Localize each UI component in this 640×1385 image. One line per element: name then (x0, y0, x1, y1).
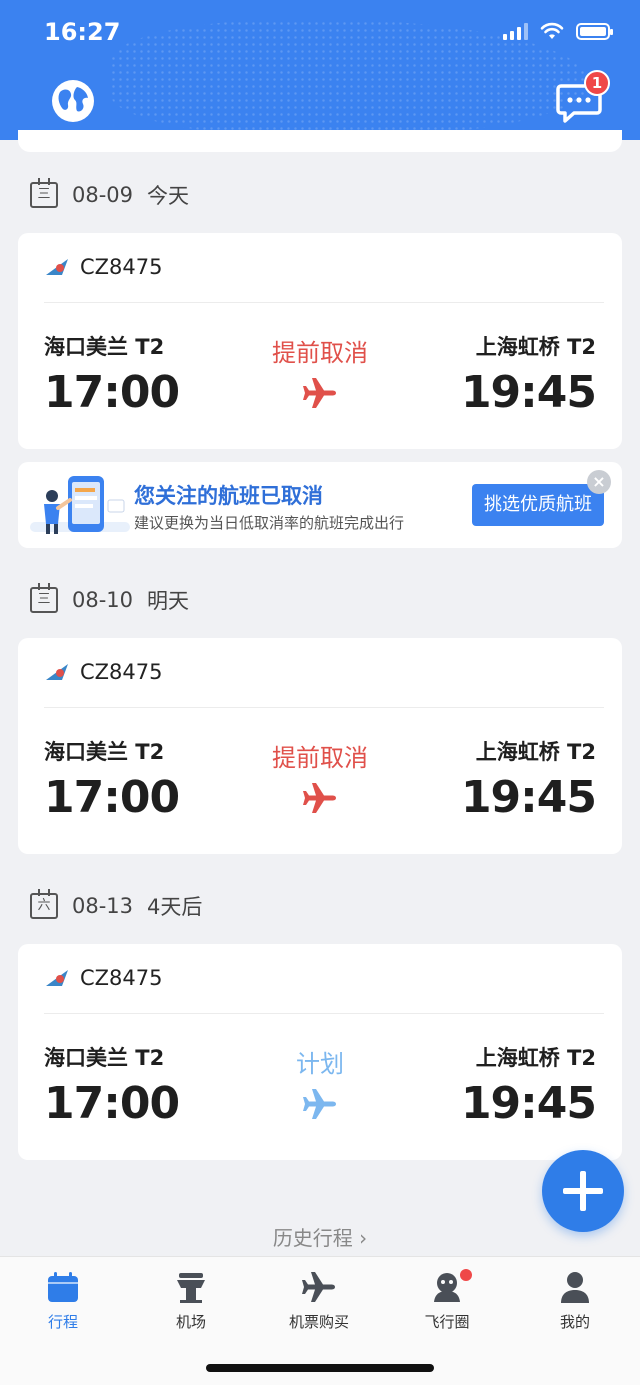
relative-day-label: 明天 (147, 589, 190, 613)
divider (44, 1013, 604, 1014)
tab-buy-tickets[interactable]: 机票购买 (274, 1269, 364, 1332)
tab-flying-circle[interactable]: 飞行圈 (402, 1269, 492, 1332)
flight-number: CZ8475 (80, 255, 163, 279)
divider (44, 302, 604, 303)
history-trips-link[interactable]: 历史行程 › (0, 1222, 640, 1251)
notification-dot (460, 1269, 472, 1281)
relative-day-label: 今天 (147, 184, 190, 208)
close-icon[interactable]: × (587, 470, 611, 494)
arrival-airport: 上海虹桥 T2 (475, 1046, 596, 1070)
top-header: 16:27 1 (0, 0, 640, 140)
wifi-icon (540, 22, 564, 39)
tab-label: 飞行圈 (424, 1313, 470, 1331)
message-badge: 1 (584, 70, 610, 96)
date-header: 三 08-09 今天 (30, 178, 190, 210)
calendar-weekday-icon: 六 (30, 889, 58, 919)
date-label: 08-09 (72, 183, 134, 207)
arrival-time: 19:45 (460, 1078, 597, 1129)
status-indicators (503, 22, 613, 40)
flight-number: CZ8475 (80, 660, 163, 684)
select-quality-flight-button[interactable]: 挑选优质航班 (472, 484, 604, 526)
calendar-icon (48, 1272, 78, 1302)
relative-day-label: 4天后 (147, 895, 203, 919)
tab-mine[interactable]: 我的 (530, 1269, 620, 1332)
date-label: 08-13 (72, 894, 134, 918)
flight-header: CZ8475 (44, 255, 163, 279)
arrival-airport: 上海虹桥 T2 (475, 335, 596, 359)
airport-tower-icon (177, 1273, 205, 1303)
add-flight-button[interactable] (542, 1150, 624, 1232)
tab-label: 我的 (559, 1313, 590, 1331)
tab-label: 行程 (47, 1313, 78, 1331)
flight-number: CZ8475 (80, 966, 163, 990)
calendar-weekday-icon: 三 (30, 583, 58, 613)
cancel-notice-banner[interactable]: 您关注的航班已取消 建议更换为当日低取消率的航班完成出行 挑选优质航班 × (18, 462, 622, 548)
previous-card-bottom (18, 130, 622, 152)
arrival-time: 19:45 (460, 367, 597, 418)
divider (44, 707, 604, 708)
cellular-signal-icon (503, 22, 528, 40)
arrival-time: 19:45 (460, 772, 597, 823)
plane-icon (303, 783, 336, 813)
plane-icon (303, 378, 336, 408)
airline-logo-icon (46, 259, 68, 275)
tab-label: 机票购买 (288, 1313, 349, 1331)
banner-title: 您关注的航班已取消 (134, 484, 323, 508)
airline-logo-icon (46, 664, 68, 680)
plane-icon (303, 1089, 336, 1119)
status-time: 16:27 (44, 18, 121, 46)
plane-icon (302, 1272, 335, 1302)
tab-label: 机场 (175, 1313, 206, 1331)
banner-subtitle: 建议更换为当日低取消率的航班完成出行 (134, 514, 405, 532)
phone-illustration-icon (30, 476, 130, 534)
departure-time: 17:00 (44, 772, 180, 823)
flight-card[interactable]: CZ8475 海口美兰 T2 17:00 提前取消 上海虹桥 T2 19:45 (18, 638, 622, 854)
tab-itinerary[interactable]: 行程 (18, 1269, 108, 1332)
person-icon (561, 1272, 589, 1303)
flight-card[interactable]: CZ8475 海口美兰 T2 17:00 计划 上海虹桥 T2 19:45 (18, 944, 622, 1160)
date-header: 三 08-10 明天 (30, 583, 190, 615)
arrival-airport: 上海虹桥 T2 (475, 740, 596, 764)
flight-header: CZ8475 (44, 966, 163, 990)
tab-airport[interactable]: 机场 (146, 1269, 236, 1332)
battery-icon (576, 22, 613, 40)
flight-header: CZ8475 (44, 660, 163, 684)
departure-time: 17:00 (44, 1078, 180, 1129)
calendar-weekday-icon: 三 (30, 178, 58, 208)
date-label: 08-10 (72, 588, 134, 612)
date-header: 六 08-13 4天后 (30, 889, 203, 921)
flight-card[interactable]: CZ8475 海口美兰 T2 17:00 提前取消 上海虹桥 T2 19:45 (18, 233, 622, 449)
departure-time: 17:00 (44, 367, 180, 418)
globe-icon[interactable] (50, 78, 96, 124)
home-indicator (206, 1364, 434, 1372)
airline-logo-icon (46, 970, 68, 986)
